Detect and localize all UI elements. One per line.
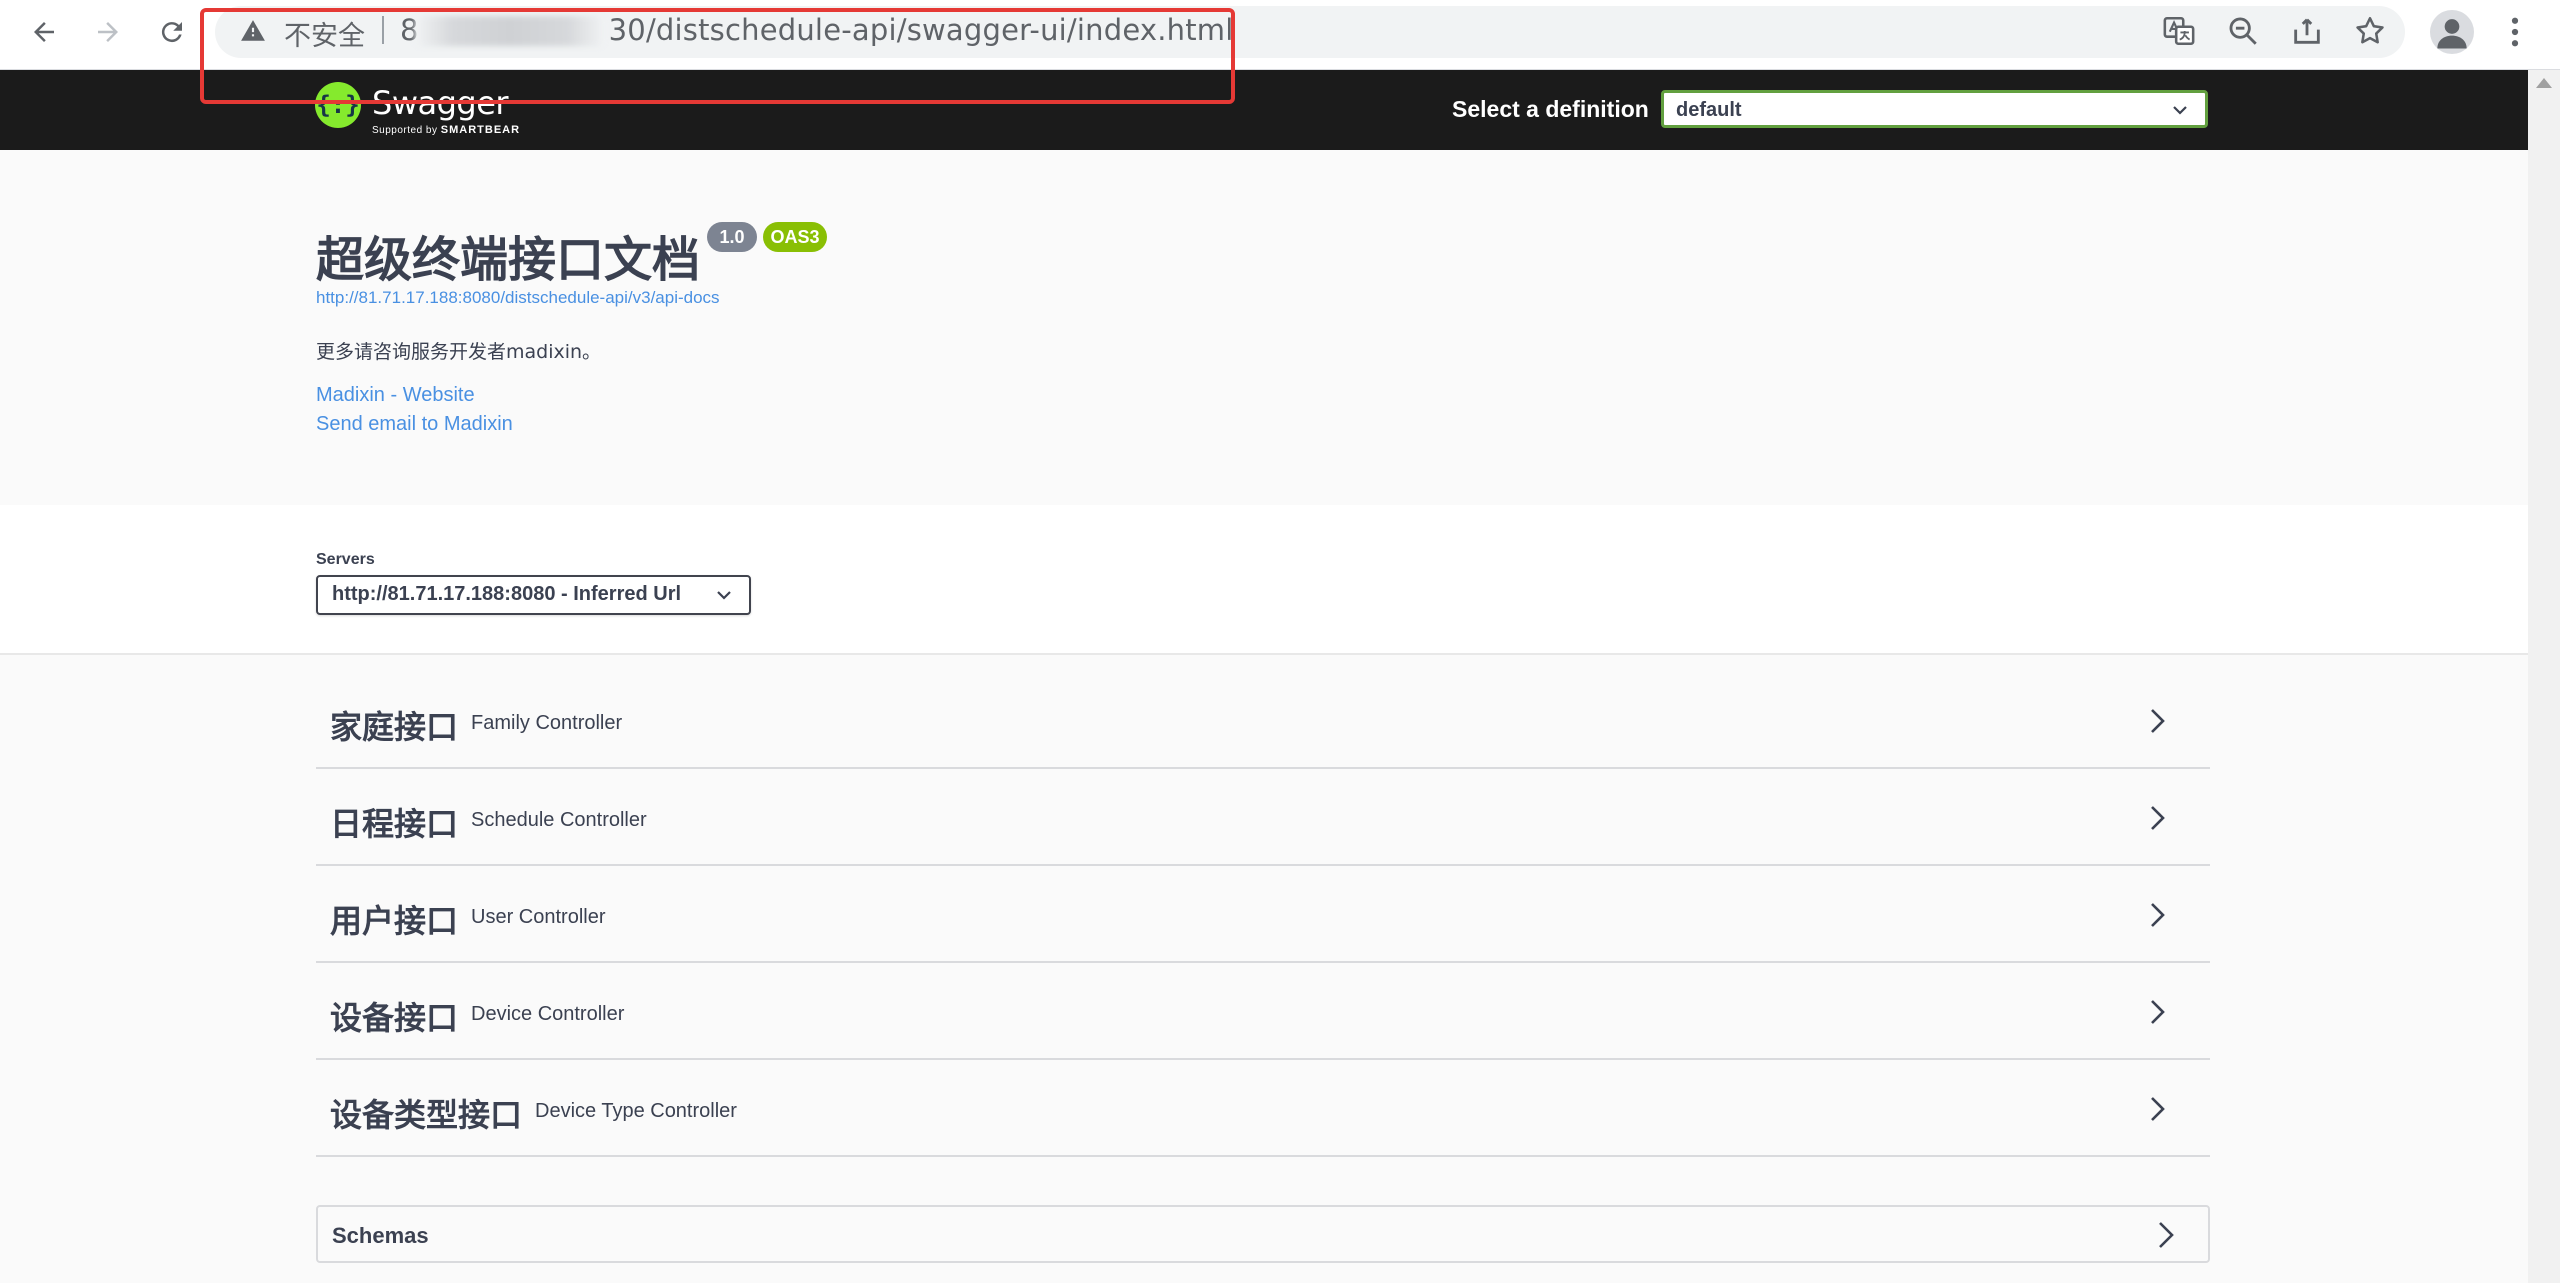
person-icon xyxy=(2437,19,2467,49)
reload-button[interactable] xyxy=(152,12,192,52)
share-icon[interactable] xyxy=(2290,14,2324,48)
api-description: 更多请咨询服务开发者madixin。 xyxy=(316,341,602,363)
bookmark-star-icon[interactable] xyxy=(2353,14,2387,48)
arrow-left-icon xyxy=(34,22,54,42)
tag-name: 设备接口 xyxy=(330,999,459,1037)
tag-description: Device Controller xyxy=(471,1003,625,1025)
servers-label: Servers xyxy=(316,551,375,568)
tag-description: Family Controller xyxy=(471,712,623,734)
translate-icon[interactable] xyxy=(2162,14,2196,48)
reload-icon xyxy=(161,22,182,43)
definition-value: default xyxy=(1676,99,1742,121)
servers-selected-value: http://81.71.17.188:8080 - Inferred Url xyxy=(332,583,682,605)
chevron-down-icon xyxy=(2173,106,2187,115)
browser-toolbar: 不安全 8 30/distschedule-api/swagger-ui/inde… xyxy=(0,0,2560,70)
tag-name: 设备类型接口 xyxy=(330,1096,523,1134)
servers-select[interactable]: http://81.71.17.188:8080 - Inferred Url xyxy=(316,575,751,615)
security-label: 不安全 xyxy=(284,21,365,52)
url-suffix: 30/distschedule-api/swagger-ui/index.htm… xyxy=(608,13,1234,47)
omnibox-divider xyxy=(382,16,384,44)
tag-description: User Controller xyxy=(471,906,606,928)
definition-select[interactable]: default xyxy=(1661,90,2208,128)
tag-device[interactable]: 设备接口 Device Controller xyxy=(316,963,2210,1060)
zoom-out-icon[interactable] xyxy=(2226,14,2260,48)
tag-device-type[interactable]: 设备类型接口 Device Type Controller xyxy=(316,1060,2210,1157)
tag-name: 用户接口 xyxy=(330,902,459,940)
page-title: 超级终端接口文档 xyxy=(316,232,701,288)
oas-badge: OAS3 xyxy=(763,222,827,252)
schemas-section[interactable]: Schemas xyxy=(316,1205,2210,1263)
chevron-right-icon xyxy=(2151,709,2165,733)
more-vert-icon[interactable] xyxy=(2500,12,2530,52)
chevron-down-icon xyxy=(717,591,731,600)
api-docs-link[interactable]: http://81.71.17.188:8080/distschedule-ap… xyxy=(316,288,720,308)
tag-description: Schedule Controller xyxy=(471,809,647,831)
logo-sub-brand: SMARTBEAR xyxy=(440,124,521,136)
chevron-right-icon xyxy=(2151,1097,2165,1121)
tag-user[interactable]: 用户接口 User Controller xyxy=(316,866,2210,963)
chevron-right-icon xyxy=(2151,806,2165,830)
email-link[interactable]: Send email to Madixin xyxy=(316,413,513,436)
chevron-right-icon xyxy=(2159,1222,2174,1248)
swagger-logo-subtitle: Supported by SMARTBEAR xyxy=(372,124,520,136)
tag-family[interactable]: 家庭接口 Family Controller xyxy=(316,672,2210,769)
url-redaction-blur xyxy=(415,16,605,46)
tag-name: 日程接口 xyxy=(330,805,459,843)
version-badge: 1.0 xyxy=(707,222,757,252)
logo-sub-prefix: Supported by xyxy=(372,125,438,136)
chevron-right-icon xyxy=(2151,903,2165,927)
schemas-label: Schemas xyxy=(332,1223,429,1248)
warning-icon xyxy=(241,20,265,41)
swagger-logo-icon[interactable]: {:} xyxy=(315,82,361,128)
page-scrollbar[interactable] xyxy=(2528,70,2560,1283)
swagger-logo-text: Swagger xyxy=(372,84,509,122)
definition-label: Select a definition xyxy=(1452,96,1649,122)
scroll-up-arrow-icon[interactable] xyxy=(2536,78,2552,88)
forward-button[interactable] xyxy=(88,12,128,52)
tag-name: 家庭接口 xyxy=(330,708,459,746)
tag-schedule[interactable]: 日程接口 Schedule Controller xyxy=(316,769,2210,866)
info-section xyxy=(0,150,2528,505)
profile-avatar[interactable] xyxy=(2430,10,2474,54)
chevron-right-icon xyxy=(2151,1000,2165,1024)
arrow-right-icon xyxy=(98,22,118,42)
website-link[interactable]: Madixin - Website xyxy=(316,384,475,407)
back-button[interactable] xyxy=(24,12,64,52)
tag-description: Device Type Controller xyxy=(535,1100,737,1122)
